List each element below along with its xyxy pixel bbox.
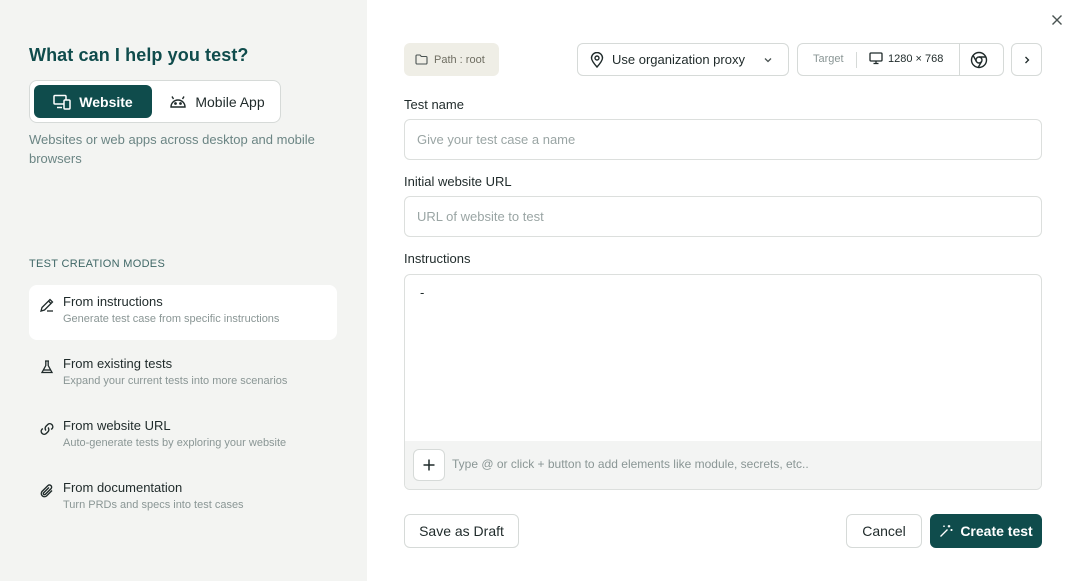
next-button[interactable] <box>1011 43 1042 76</box>
divider <box>959 44 960 75</box>
mode-from-existing-tests[interactable]: From existing tests Expand your current … <box>29 347 337 402</box>
mode-title: From existing tests <box>63 356 173 371</box>
website-tab[interactable]: Website <box>34 85 152 118</box>
platform-selector: Website Mobile App <box>29 80 281 123</box>
pencil-icon <box>40 298 54 312</box>
paperclip-icon <box>40 484 53 498</box>
mode-from-instructions[interactable]: From instructions Generate test case fro… <box>29 285 337 340</box>
instructions-editor[interactable]: - Type @ or click + button to add elemen… <box>404 274 1042 490</box>
resolution-display[interactable]: 1280 × 768 <box>869 52 943 65</box>
flask-icon <box>40 360 54 374</box>
plus-icon <box>423 459 435 471</box>
url-input[interactable] <box>404 196 1042 237</box>
proxy-dropdown[interactable]: Use organization proxy <box>577 43 789 76</box>
test-name-input[interactable] <box>404 119 1042 160</box>
mobile-app-tab[interactable]: Mobile App <box>156 85 278 118</box>
chevron-down-icon <box>764 58 772 63</box>
website-tab-label: Website <box>79 93 133 110</box>
instructions-hint: Type @ or click + button to add elements… <box>452 457 809 471</box>
left-panel: What can I help you test? Website Mobile… <box>0 0 367 581</box>
create-test-button[interactable]: Create test <box>930 514 1042 548</box>
folder-icon <box>415 54 428 65</box>
create-test-label: Create test <box>960 523 1033 539</box>
save-draft-button[interactable]: Save as Draft <box>404 514 519 548</box>
mode-subtitle: Turn PRDs and specs into test cases <box>63 499 244 511</box>
mode-subtitle: Auto-generate tests by exploring your we… <box>63 437 287 449</box>
target-selector[interactable]: Target 1280 × 768 <box>797 43 1004 76</box>
mode-title: From documentation <box>63 480 183 495</box>
mode-title: From instructions <box>63 294 163 309</box>
chevron-right-icon <box>1024 56 1029 63</box>
target-label: Target <box>813 53 844 65</box>
monitor-icon <box>869 52 883 65</box>
chrome-icon[interactable] <box>970 51 988 69</box>
url-label: Initial website URL <box>404 174 512 189</box>
devices-icon <box>53 94 72 110</box>
cancel-button[interactable]: Cancel <box>846 514 922 548</box>
mode-title: From website URL <box>63 418 171 433</box>
location-pin-icon <box>590 51 604 68</box>
path-chip[interactable]: Path : root <box>404 43 499 76</box>
close-icon[interactable] <box>1049 12 1065 28</box>
instructions-text[interactable]: - <box>420 285 424 300</box>
test-name-label: Test name <box>404 97 464 112</box>
divider <box>856 52 857 68</box>
platform-description: Websites or web apps across desktop and … <box>29 132 315 166</box>
add-element-button[interactable] <box>413 449 445 481</box>
mobile-app-tab-label: Mobile App <box>195 93 265 110</box>
panel-heading: What can I help you test? <box>29 45 249 65</box>
resolution-value: 1280 × 768 <box>888 52 944 65</box>
link-icon <box>40 423 54 435</box>
instructions-label: Instructions <box>404 251 471 266</box>
android-icon <box>170 95 187 108</box>
mode-subtitle: Generate test case from specific instruc… <box>63 313 280 325</box>
magic-wand-icon <box>940 525 953 537</box>
modes-section-title: TEST CREATION MODES <box>29 258 166 270</box>
path-label: Path : root <box>434 53 485 66</box>
mode-from-website-url[interactable]: From website URL Auto-generate tests by … <box>29 409 337 464</box>
instructions-toolbar: Type @ or click + button to add elements… <box>405 441 1041 489</box>
proxy-label: Use organization proxy <box>612 52 745 67</box>
mode-from-documentation[interactable]: From documentation Turn PRDs and specs i… <box>29 471 337 526</box>
mode-subtitle: Expand your current tests into more scen… <box>63 375 288 387</box>
